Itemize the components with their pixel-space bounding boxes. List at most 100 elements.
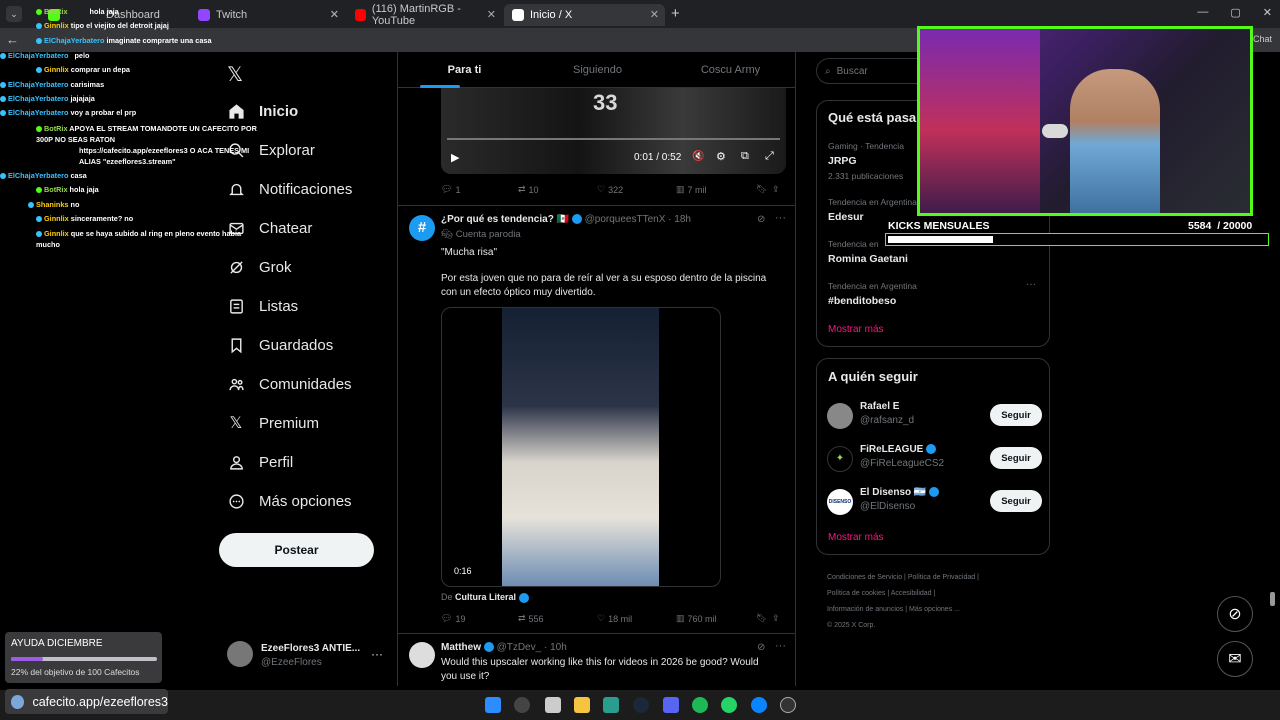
video-player[interactable]: 0:16 <box>441 307 721 587</box>
trend-item[interactable]: Gaming · Tendencia JRPG 2.331 publicacio… <box>828 141 904 181</box>
tweet-time[interactable]: 18h <box>674 214 691 225</box>
repost-button[interactable]: ⇄ 556 <box>518 613 597 624</box>
pip-icon[interactable]: ⧉ <box>741 150 749 163</box>
tab-youtube[interactable]: (116) MartinRGB - YouTube ✕ <box>347 3 502 27</box>
follow-button[interactable]: Seguir <box>990 490 1042 512</box>
close-tab-icon[interactable]: ✕ <box>330 8 339 21</box>
kicks-label: KICKS MENSUALES <box>888 220 990 232</box>
tweet-author[interactable]: Matthew <box>441 642 481 653</box>
footer-link[interactable]: Política de Privacidad <box>908 574 975 581</box>
nav-mas-opciones[interactable]: Más opciones <box>227 492 352 510</box>
steam-icon[interactable] <box>633 697 649 713</box>
verified-badge-icon <box>926 444 937 455</box>
tab-para-ti[interactable]: Para ti <box>398 52 531 88</box>
tweet-more-icon[interactable]: ··· <box>775 212 786 224</box>
search-icon[interactable] <box>514 697 530 713</box>
footer-link[interactable]: Política de cookies <box>827 590 885 597</box>
messages-floating-button[interactable]: ✉ <box>1217 641 1253 677</box>
cafecito-link[interactable]: cafecito.app/ezeeflores3 <box>5 689 168 714</box>
messenger-icon[interactable] <box>751 697 767 713</box>
discord-icon[interactable] <box>663 697 679 713</box>
close-tab-icon[interactable]: ✕ <box>650 8 659 21</box>
follow-suggestion[interactable]: ✦ FiReLEAGUE @FiReLeagueCS2 Seguir <box>827 444 1042 478</box>
grok-icon[interactable]: ⊘ <box>757 214 765 225</box>
close-tab-icon[interactable]: ✕ <box>487 8 496 21</box>
nav-guardados[interactable]: Guardados <box>227 336 333 354</box>
footer-link[interactable]: Información de anuncios <box>827 606 903 613</box>
maximize-icon[interactable]: ▢ <box>1230 6 1240 19</box>
tab-siguiendo[interactable]: Siguiendo <box>531 52 664 87</box>
whatsapp-icon[interactable] <box>721 697 737 713</box>
footer-link[interactable]: Más opciones ... <box>909 606 960 613</box>
video-progress-bar[interactable] <box>447 138 780 140</box>
account-switcher[interactable]: EzeeFlores3 ANTIE... @EzeeFlores ··· <box>225 637 395 677</box>
tweet-handle[interactable]: @TzDev_ <box>497 642 542 653</box>
account-more-icon[interactable]: ··· <box>371 647 383 661</box>
tweet[interactable]: Matthew @TzDev_ · 10h ⊘ ··· Would this u… <box>398 633 795 686</box>
grok-floating-button[interactable]: ⊘ <box>1217 596 1253 632</box>
tweet-more-icon[interactable]: ··· <box>775 640 786 652</box>
nav-premium[interactable]: 𝕏 Premium <box>227 414 319 433</box>
tab-coscu-army[interactable]: Coscu Army <box>664 52 795 87</box>
task-view-icon[interactable] <box>545 697 561 713</box>
minimize-icon[interactable]: — <box>1197 6 1208 19</box>
follow-suggestion[interactable]: Rafael E @rafsanz_d Seguir <box>827 401 1042 435</box>
nav-perfil[interactable]: Perfil <box>227 453 293 471</box>
file-explorer-icon[interactable] <box>574 697 590 713</box>
mute-icon[interactable]: 🔇 <box>692 151 704 162</box>
trend-item[interactable]: Tendencia en Argentina #benditobeso <box>828 281 917 307</box>
follow-button[interactable]: Seguir <box>990 404 1042 426</box>
reply-button[interactable]: 💬︎ 1 <box>441 184 518 195</box>
close-window-icon[interactable]: ✕ <box>1263 6 1272 19</box>
fullscreen-icon[interactable]: ⤢ <box>765 150 774 163</box>
nav-listas[interactable]: Listas <box>227 297 298 315</box>
tweet-time[interactable]: 10h <box>550 642 567 653</box>
share-icon[interactable]: ⇪ <box>772 184 780 195</box>
views-button[interactable]: ▥ 7 mil <box>676 184 756 195</box>
footer-link[interactable]: Accesibilidad <box>891 590 932 597</box>
x-logo-icon: 𝕏 <box>229 415 243 432</box>
verified-badge-icon <box>483 642 494 653</box>
post-button[interactable]: Postear <box>219 533 374 567</box>
nav-comunidades[interactable]: Comunidades <box>227 375 352 393</box>
follow-suggestion[interactable]: DISENSO El Disenso 🇦🇷 @ElDisenso Seguir <box>827 487 1042 521</box>
tweet[interactable]: # ¿Por qué es tendencia? 🇲🇽 @porqueesTTe… <box>398 205 795 633</box>
who-to-follow-panel: A quién seguir Rafael E @rafsanz_d Segui… <box>816 358 1050 555</box>
show-more-link[interactable]: Mostrar más <box>828 324 884 335</box>
cafecito-url: cafecito.app/ezeeflores3 <box>32 694 168 709</box>
reply-button[interactable]: 💬︎ 19 <box>441 613 518 624</box>
tab-inicio-x[interactable]: Inicio / X ✕ <box>504 4 665 26</box>
follow-button[interactable]: Seguir <box>990 447 1042 469</box>
new-tab-button[interactable]: + <box>671 5 680 22</box>
chat-message: ElChajaYerbatero pelo <box>0 51 89 60</box>
like-button[interactable]: ♡ 322 <box>597 184 676 195</box>
chat-text: carisimas <box>70 80 105 89</box>
chat-message: Shaninks no <box>28 200 79 209</box>
views-button[interactable]: ▥ 760 mil <box>676 613 756 624</box>
shelf-lights <box>920 29 1040 213</box>
grok-icon[interactable]: ⊘ <box>757 642 765 653</box>
chat-sidepanel-label[interactable]: Chat <box>1253 34 1272 44</box>
video-frame <box>502 308 659 586</box>
footer-link[interactable]: Condiciones de Servicio <box>827 574 902 581</box>
windows-start-icon[interactable] <box>485 697 501 713</box>
source-name[interactable]: Cultura Literal <box>455 592 516 602</box>
play-icon[interactable]: ▶ <box>451 151 459 164</box>
share-icon[interactable]: ⇪ <box>772 613 780 624</box>
scrollbar[interactable] <box>1270 592 1275 606</box>
show-more-link[interactable]: Mostrar más <box>828 532 884 543</box>
repost-button[interactable]: ⇄ 10 <box>518 184 597 195</box>
like-button[interactable]: ♡ 18 mil <box>597 613 676 624</box>
settings-icon[interactable]: ⚙ <box>716 150 726 163</box>
spotify-icon[interactable] <box>692 697 708 713</box>
trend-more-icon[interactable]: ··· <box>1026 279 1036 290</box>
repost-count: 556 <box>528 613 544 624</box>
video-player[interactable]: 33 ▶ 0:01 / 0:52 🔇 ⚙ ⧉ ⤢ <box>441 88 786 174</box>
bookmark-icon[interactable]: 🔖︎ <box>756 613 772 624</box>
browser-app-icon[interactable] <box>603 697 619 713</box>
obs-icon[interactable] <box>780 697 796 713</box>
nav-grok[interactable]: Grok <box>227 258 292 276</box>
bookmark-icon[interactable]: 🔖︎ <box>756 184 772 195</box>
tweet-author[interactable]: ¿Por qué es tendencia? <box>441 214 554 225</box>
tweet-handle[interactable]: @porqueesTTenX <box>585 214 666 225</box>
